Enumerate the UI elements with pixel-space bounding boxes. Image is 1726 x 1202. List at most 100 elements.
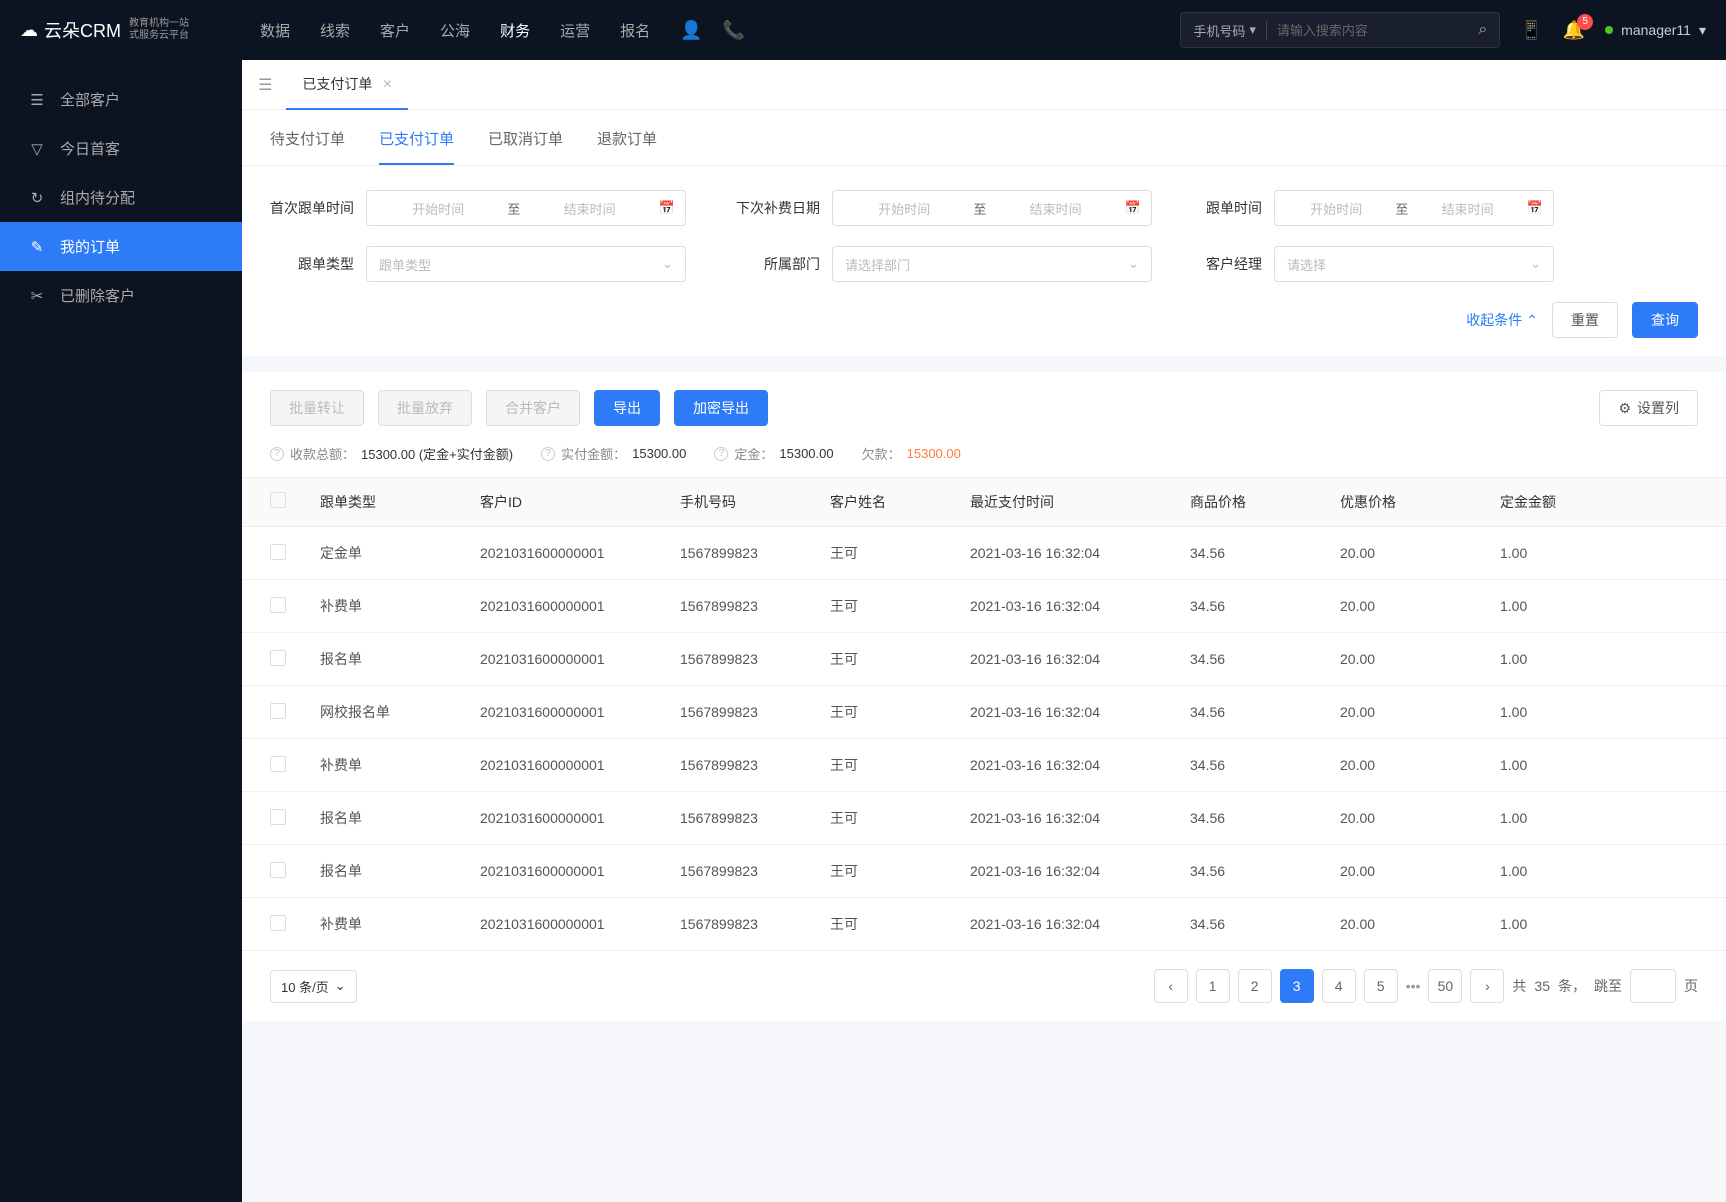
table-row[interactable]: 报名单 2021031600000001 1567899823 王可 2021-… — [242, 633, 1726, 686]
row-checkbox[interactable] — [270, 809, 286, 825]
table-row[interactable]: 补费单 2021031600000001 1567899823 王可 2021-… — [242, 739, 1726, 792]
total-count: 35 — [1534, 978, 1550, 994]
page-button[interactable]: 1 — [1196, 969, 1230, 1003]
page-button[interactable]: 4 — [1322, 969, 1356, 1003]
cell-time: 2021-03-16 16:32:04 — [970, 651, 1190, 667]
nav-item[interactable]: 数据 — [260, 20, 290, 41]
cell-type: 补费单 — [320, 755, 480, 775]
first-follow-range[interactable]: 开始时间 至 结束时间 📅 — [366, 190, 686, 226]
sub-tab[interactable]: 待支付订单 — [270, 128, 345, 165]
to-label: 至 — [1395, 199, 1408, 218]
sidebar-item[interactable]: ✎我的订单 — [0, 222, 242, 271]
sidebar-item[interactable]: ▽今日首客 — [0, 124, 242, 173]
sub-tab[interactable]: 已支付订单 — [379, 128, 454, 165]
paid-value: 15300.00 — [632, 446, 686, 461]
row-checkbox[interactable] — [270, 544, 286, 560]
table-row[interactable]: 补费单 2021031600000001 1567899823 王可 2021-… — [242, 580, 1726, 633]
cell-phone: 1567899823 — [680, 757, 830, 773]
summary-bar: ? 收款总额： 15300.00 (定金+实付金额) ? 实付金额： 15300… — [242, 444, 1726, 477]
page-size-select[interactable]: 10 条/页 ⌄ — [270, 970, 357, 1003]
nav-item[interactable]: 公海 — [440, 20, 470, 41]
page-button[interactable]: 3 — [1280, 969, 1314, 1003]
sidebar-icon: ☰ — [28, 91, 46, 109]
batch-transfer-button[interactable]: 批量转让 — [270, 390, 364, 426]
merge-button[interactable]: 合并客户 — [486, 390, 580, 426]
cell-deposit: 1.00 — [1500, 598, 1600, 614]
table-row[interactable]: 网校报名单 2021031600000001 1567899823 王可 202… — [242, 686, 1726, 739]
chevron-down-icon: ⌄ — [1128, 256, 1139, 272]
table-row[interactable]: 补费单 2021031600000001 1567899823 王可 2021-… — [242, 898, 1726, 951]
nav-item[interactable]: 运营 — [560, 20, 590, 41]
cell-type: 报名单 — [320, 649, 480, 669]
row-checkbox[interactable] — [270, 597, 286, 613]
last-page-button[interactable]: 50 — [1428, 969, 1462, 1003]
bell-icon[interactable]: 🔔5 — [1563, 20, 1585, 41]
menu-toggle-icon[interactable]: ☰ — [258, 75, 272, 95]
chevron-down-icon: ⌄ — [335, 978, 346, 994]
follow-time-label: 跟单时间 — [1202, 198, 1262, 218]
phone-icon[interactable]: 📞 — [723, 20, 745, 41]
start-date: 开始时间 — [1285, 199, 1387, 218]
row-checkbox[interactable] — [270, 756, 286, 772]
end-date: 结束时间 — [528, 199, 650, 218]
mobile-icon[interactable]: 📱 — [1520, 20, 1542, 41]
cell-price: 34.56 — [1190, 916, 1340, 932]
mgr-select[interactable]: 请选择 ⌄ — [1274, 246, 1554, 282]
nav-item[interactable]: 线索 — [320, 20, 350, 41]
dept-label: 所属部门 — [736, 254, 820, 274]
sidebar-item[interactable]: ✂已删除客户 — [0, 271, 242, 320]
follow-type-select[interactable]: 跟单类型 ⌄ — [366, 246, 686, 282]
nav-item[interactable]: 财务 — [500, 20, 530, 41]
follow-time-range[interactable]: 开始时间 至 结束时间 📅 — [1274, 190, 1554, 226]
encrypted-export-button[interactable]: 加密导出 — [674, 390, 768, 426]
sidebar-icon: ↻ — [28, 189, 46, 207]
cell-discount: 20.00 — [1340, 598, 1500, 614]
select-all-checkbox[interactable] — [270, 492, 286, 508]
page-button[interactable]: 5 — [1364, 969, 1398, 1003]
action-bar: 批量转让 批量放弃 合并客户 导出 加密导出 ⚙ 设置列 — [242, 372, 1726, 444]
table-row[interactable]: 定金单 2021031600000001 1567899823 王可 2021-… — [242, 527, 1726, 580]
page-button[interactable]: 2 — [1238, 969, 1272, 1003]
search-type-select[interactable]: 手机号码 ▾ — [1193, 21, 1267, 40]
nav-item[interactable]: 客户 — [380, 20, 410, 41]
col-type-header: 跟单类型 — [320, 492, 480, 512]
calendar-icon: 📅 — [659, 200, 675, 216]
col-name-header: 客户姓名 — [830, 492, 970, 512]
cell-time: 2021-03-16 16:32:04 — [970, 704, 1190, 720]
sidebar-item[interactable]: ↻组内待分配 — [0, 173, 242, 222]
sub-tab[interactable]: 退款订单 — [597, 128, 657, 165]
reset-button[interactable]: 重置 — [1552, 302, 1618, 338]
user-icon[interactable]: 👤 — [680, 20, 702, 41]
cell-type: 补费单 — [320, 914, 480, 934]
dept-select[interactable]: 请选择部门 ⌄ — [832, 246, 1152, 282]
row-checkbox[interactable] — [270, 650, 286, 666]
batch-abandon-button[interactable]: 批量放弃 — [378, 390, 472, 426]
status-dot — [1605, 26, 1613, 34]
user-menu[interactable]: manager11 ▾ — [1605, 22, 1706, 39]
row-checkbox[interactable] — [270, 862, 286, 878]
tab-paid-orders[interactable]: 已支付订单 ✕ — [286, 60, 408, 110]
page-jump-input[interactable] — [1630, 969, 1676, 1003]
export-button[interactable]: 导出 — [594, 390, 660, 426]
table-row[interactable]: 报名单 2021031600000001 1567899823 王可 2021-… — [242, 792, 1726, 845]
row-checkbox[interactable] — [270, 915, 286, 931]
search-input[interactable] — [1277, 23, 1478, 38]
page-ellipsis: ••• — [1406, 978, 1421, 994]
next-page-button[interactable]: › — [1470, 969, 1504, 1003]
query-button[interactable]: 查询 — [1632, 302, 1698, 338]
next-fee-range[interactable]: 开始时间 至 结束时间 📅 — [832, 190, 1152, 226]
nav-item[interactable]: 报名 — [620, 20, 650, 41]
table-row[interactable]: 报名单 2021031600000001 1567899823 王可 2021-… — [242, 845, 1726, 898]
chevron-down-icon: ▾ — [1699, 22, 1706, 39]
close-icon[interactable]: ✕ — [382, 77, 392, 91]
info-icon: ? — [270, 447, 284, 461]
table-header: 跟单类型 客户ID 手机号码 客户姓名 最近支付时间 商品价格 优惠价格 定金金… — [242, 477, 1726, 527]
sidebar-item[interactable]: ☰全部客户 — [0, 75, 242, 124]
set-columns-button[interactable]: ⚙ 设置列 — [1599, 390, 1698, 426]
search-icon[interactable]: ⌕ — [1478, 21, 1487, 39]
sub-tab[interactable]: 已取消订单 — [488, 128, 563, 165]
collapse-link[interactable]: 收起条件 ⌃ — [1466, 310, 1538, 330]
row-checkbox[interactable] — [270, 703, 286, 719]
start-date: 开始时间 — [377, 199, 499, 218]
prev-page-button[interactable]: ‹ — [1154, 969, 1188, 1003]
